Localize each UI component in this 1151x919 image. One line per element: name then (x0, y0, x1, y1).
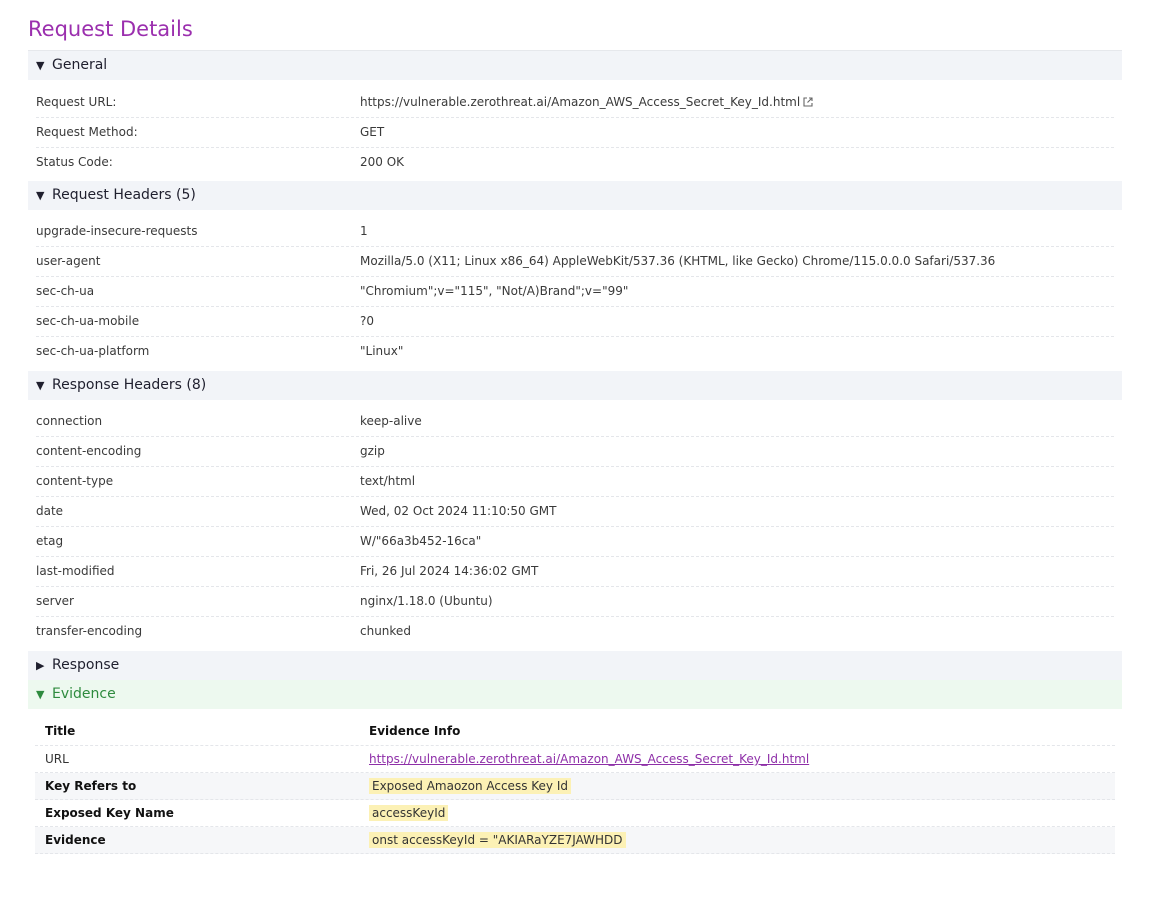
evidence-title: URL (45, 752, 69, 766)
row-key: user-agent (36, 254, 101, 268)
column-header-info: Evidence Info (369, 724, 461, 738)
collapse-triangle-icon: ▼ (36, 379, 45, 392)
section-evidence-label: Evidence (52, 686, 116, 702)
row-value: nginx/1.18.0 (Ubuntu) (360, 594, 493, 608)
evidence-info: onst accessKeyId = "AKIARaYZE7JAWHDD (369, 827, 1115, 853)
evidence-row-key-refers: Key Refers to Exposed Amaozon Access Key… (35, 773, 1115, 800)
section-request-headers-header[interactable]: ▼ Request Headers (5) (28, 181, 1122, 210)
row-value: Fri, 26 Jul 2024 14:36:02 GMT (360, 564, 539, 578)
row-key: last-modified (36, 564, 115, 578)
expand-triangle-icon: ▶ (36, 659, 45, 672)
section-response-header[interactable]: ▶ Response (28, 651, 1122, 680)
general-row-request-url: Request URL: https://vulnerable.zerothre… (36, 88, 1114, 118)
row-key: transfer-encoding (36, 624, 143, 638)
evidence-title: Exposed Key Name (45, 806, 174, 820)
collapse-triangle-icon: ▼ (36, 688, 45, 701)
section-request-headers-body: upgrade-insecure-requests 1 user-agent M… (28, 210, 1122, 371)
evidence-info: https://vulnerable.zerothreat.ai/Amazon_… (369, 746, 1115, 772)
row-key: etag (36, 534, 64, 548)
row-key: content-type (36, 474, 114, 488)
section-request-headers-label: Request Headers (5) (52, 187, 196, 203)
request-url-value[interactable]: https://vulnerable.zerothreat.ai/Amazon_… (360, 95, 800, 109)
collapse-triangle-icon: ▼ (36, 59, 45, 72)
request-header-row: upgrade-insecure-requests 1 (36, 217, 1114, 247)
request-header-row: sec-ch-ua-platform "Linux" (36, 337, 1114, 366)
row-value: "Linux" (360, 344, 404, 358)
evidence-table-header: Title Evidence Info (35, 717, 1115, 746)
row-value: keep-alive (360, 414, 422, 428)
highlighted-value: onst accessKeyId = "AKIARaYZE7JAWHDD (369, 832, 626, 848)
row-key: upgrade-insecure-requests (36, 224, 198, 238)
column-header-title: Title (45, 724, 76, 738)
row-value: Wed, 02 Oct 2024 11:10:50 GMT (360, 504, 557, 518)
request-details-panel: Request Details ▼ General Request URL: ht… (28, 0, 1122, 854)
row-key: sec-ch-ua (36, 284, 95, 298)
evidence-url-link[interactable]: https://vulnerable.zerothreat.ai/Amazon_… (369, 752, 809, 766)
evidence-table: Title Evidence Info URL https://vulnerab… (35, 717, 1115, 854)
section-response-headers-body: connection keep-alive content-encoding g… (28, 400, 1122, 651)
row-key: content-encoding (36, 444, 142, 458)
row-key: server (36, 594, 74, 608)
row-key: sec-ch-ua-mobile (36, 314, 140, 328)
general-row-request-method: Request Method: GET (36, 118, 1114, 148)
response-header-row: last-modified Fri, 26 Jul 2024 14:36:02 … (36, 557, 1114, 587)
external-link-icon[interactable] (803, 97, 813, 107)
row-value: ?0 (360, 314, 375, 328)
row-value: 200 OK (360, 155, 405, 169)
evidence-title: Key Refers to (45, 779, 137, 793)
row-value: Mozilla/5.0 (X11; Linux x86_64) AppleWeb… (360, 254, 996, 268)
evidence-info: Exposed Amaozon Access Key Id (369, 773, 1115, 799)
section-response-headers-label: Response Headers (8) (52, 377, 207, 393)
evidence-info: accessKeyId (369, 800, 1115, 826)
response-header-row: etag W/"66a3b452-16ca" (36, 527, 1114, 557)
row-value: "Chromium";v="115", "Not/A)Brand";v="99" (360, 284, 629, 298)
request-header-row: user-agent Mozilla/5.0 (X11; Linux x86_6… (36, 247, 1114, 277)
row-value: 1 (360, 224, 368, 238)
evidence-row-url: URL https://vulnerable.zerothreat.ai/Ama… (35, 746, 1115, 773)
row-value: W/"66a3b452-16ca" (360, 534, 482, 548)
row-value: text/html (360, 474, 416, 488)
row-key: date (36, 504, 64, 518)
section-general-header[interactable]: ▼ General (28, 51, 1122, 80)
request-header-row: sec-ch-ua "Chromium";v="115", "Not/A)Bra… (36, 277, 1114, 307)
request-header-row: sec-ch-ua-mobile ?0 (36, 307, 1114, 337)
section-general-label: General (52, 57, 108, 73)
row-key: sec-ch-ua-platform (36, 344, 150, 358)
row-value: chunked (360, 624, 411, 638)
response-header-row: content-type text/html (36, 467, 1114, 497)
section-response-label: Response (52, 657, 120, 673)
row-value: gzip (360, 444, 385, 458)
row-key: Request Method: (36, 125, 138, 139)
row-value: https://vulnerable.zerothreat.ai/Amazon_… (360, 88, 1114, 117)
response-header-row: content-encoding gzip (36, 437, 1114, 467)
row-key: Request URL: (36, 95, 117, 109)
response-header-row: connection keep-alive (36, 407, 1114, 437)
section-general-body: Request URL: https://vulnerable.zerothre… (28, 80, 1122, 181)
row-value: GET (360, 125, 385, 139)
response-header-row: transfer-encoding chunked (36, 617, 1114, 646)
row-key: connection (36, 414, 103, 428)
section-evidence-header[interactable]: ▼ Evidence (28, 680, 1122, 709)
evidence-row-key-name: Exposed Key Name accessKeyId (35, 800, 1115, 827)
page-title: Request Details (28, 0, 1122, 51)
response-header-row: server nginx/1.18.0 (Ubuntu) (36, 587, 1114, 617)
section-response-headers-header[interactable]: ▼ Response Headers (8) (28, 371, 1122, 400)
highlighted-value: accessKeyId (369, 805, 449, 821)
row-key: Status Code: (36, 155, 113, 169)
evidence-row-evidence: Evidence onst accessKeyId = "AKIARaYZE7J… (35, 827, 1115, 854)
response-header-row: date Wed, 02 Oct 2024 11:10:50 GMT (36, 497, 1114, 527)
collapse-triangle-icon: ▼ (36, 189, 45, 202)
highlighted-value: Exposed Amaozon Access Key Id (369, 778, 571, 794)
evidence-title: Evidence (45, 833, 106, 847)
general-row-status-code: Status Code: 200 OK (36, 148, 1114, 177)
